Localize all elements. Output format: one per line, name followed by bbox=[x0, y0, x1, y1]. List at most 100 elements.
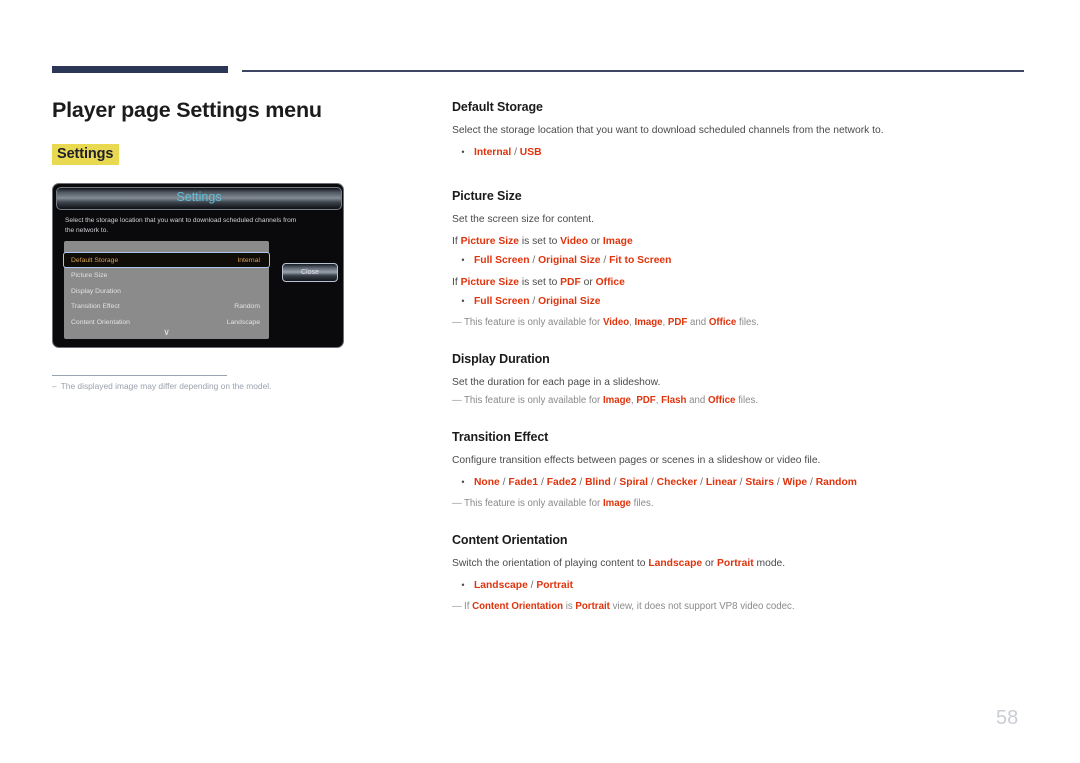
option-separator: / bbox=[809, 477, 813, 488]
note-keyword-1: Image bbox=[602, 395, 631, 406]
cond-or: or bbox=[580, 277, 596, 288]
device-row-label: Picture Size bbox=[71, 272, 108, 280]
note-dash-icon: — bbox=[452, 317, 462, 328]
section-description: Configure transition effects between pag… bbox=[452, 455, 821, 466]
note-keyword-4: Office bbox=[708, 317, 737, 328]
section-description: Set the screen size for content. bbox=[452, 214, 594, 225]
option-values: None / Fade1 / Fade2 / Blind / Spiral / … bbox=[474, 477, 857, 488]
bullet-icon: • bbox=[461, 580, 465, 590]
option-separator: / bbox=[650, 477, 654, 488]
cond-keyword-2: PDF bbox=[560, 277, 581, 288]
note-suffix: files. bbox=[735, 395, 759, 406]
desc-prefix: Switch the orientation of playing conten… bbox=[452, 558, 649, 569]
section-title: Default Storage bbox=[452, 100, 543, 114]
section-description: Switch the orientation of playing conten… bbox=[452, 556, 1027, 571]
cond-middle: is set to bbox=[518, 277, 561, 288]
option-list-content-orientation: • Landscape / Portrait bbox=[452, 578, 1027, 593]
cond-keyword: Picture Size bbox=[460, 236, 519, 247]
cond-keyword-3: Image bbox=[602, 236, 633, 247]
option-separator: / bbox=[603, 255, 607, 266]
device-close-button[interactable]: Close bbox=[282, 263, 338, 282]
note-keyword-3: Flash bbox=[661, 395, 687, 406]
section-description: Set the duration for each page in a slid… bbox=[452, 377, 661, 388]
option-separator: / bbox=[613, 477, 617, 488]
cond-middle: is set to bbox=[518, 236, 561, 247]
page-title: Player page Settings menu bbox=[52, 98, 322, 122]
note-suffix: files. bbox=[736, 317, 759, 328]
device-list-top-spacer bbox=[64, 241, 269, 252]
option-separator: / bbox=[514, 147, 517, 158]
note-content-orientation: — If Content Orientation is Portrait view… bbox=[452, 600, 1027, 614]
section-title: Picture Size bbox=[452, 189, 522, 203]
cond-or: or bbox=[588, 236, 603, 247]
device-row-value: Internal bbox=[237, 256, 260, 264]
footnote-dash: – bbox=[52, 381, 57, 391]
header-accent-bar bbox=[52, 66, 228, 73]
desc-or: or bbox=[702, 558, 718, 569]
device-title-bar: Settings bbox=[56, 187, 342, 210]
section-picture-size: Picture Size Set the screen size for con… bbox=[452, 189, 1027, 330]
option-separator: / bbox=[532, 255, 536, 266]
device-row-label: Content Orientation bbox=[71, 318, 130, 326]
settings-reference-column: Default Storage Select the storage locat… bbox=[452, 100, 1027, 614]
device-dialog-title: Settings bbox=[176, 190, 222, 204]
chevron-down-icon[interactable]: ∨ bbox=[64, 328, 269, 337]
settings-highlight-chip: Settings bbox=[52, 144, 120, 165]
device-screenshot-settings-dialog: Settings Select the storage location tha… bbox=[52, 183, 344, 348]
note-dash-icon: — bbox=[452, 395, 462, 406]
note-middle: is bbox=[563, 601, 576, 612]
note-display-duration: — This feature is only available for Imag… bbox=[452, 394, 1027, 408]
note-suffix: view, it does not support VP8 video code… bbox=[609, 601, 795, 612]
note-keyword-2: Portrait bbox=[575, 601, 610, 612]
image-footnote: – The displayed image may differ dependin… bbox=[52, 381, 271, 391]
bullet-icon: • bbox=[461, 477, 465, 487]
option-list-transition-effect: • None / Fade1 / Fade2 / Blind / Spiral … bbox=[452, 475, 1027, 490]
footnote-text: The displayed image may differ depending… bbox=[60, 381, 272, 391]
note-sep-3: and bbox=[686, 395, 708, 406]
condition-line-1: If Picture Size is set to Video or Image bbox=[452, 234, 1027, 249]
section-default-storage: Default Storage Select the storage locat… bbox=[452, 100, 1027, 160]
note-keyword-1: Content Orientation bbox=[472, 601, 564, 612]
desc-suffix: mode. bbox=[753, 558, 786, 569]
section-title: Content Orientation bbox=[452, 533, 568, 547]
option-list-picture-size-video: • Full Screen / Original Size / Fit to S… bbox=[452, 253, 1027, 268]
device-row-transition-effect[interactable]: Transition Effect Random bbox=[64, 299, 269, 315]
bullet-icon: • bbox=[461, 255, 465, 265]
note-transition-effect: — This feature is only available for Imag… bbox=[452, 497, 1027, 511]
bullet-icon: • bbox=[461, 147, 465, 157]
note-dash-icon: — bbox=[452, 498, 462, 509]
option-separator: / bbox=[579, 477, 583, 488]
device-row-label: Default Storage bbox=[71, 256, 119, 264]
note-keyword-1: Image bbox=[602, 498, 631, 509]
device-row-picture-size[interactable]: Picture Size bbox=[64, 268, 269, 284]
header-divider-line bbox=[242, 70, 1024, 72]
note-keyword-4: Office bbox=[707, 395, 736, 406]
note-prefix: If bbox=[464, 601, 473, 612]
device-row-default-storage[interactable]: Default Storage Internal bbox=[63, 252, 270, 268]
device-row-value: Landscape bbox=[226, 318, 260, 326]
option-separator: / bbox=[776, 477, 780, 488]
cond-keyword-3: Office bbox=[595, 277, 625, 288]
option-separator: / bbox=[700, 477, 704, 488]
section-title: Display Duration bbox=[452, 352, 550, 366]
note-dash-icon: — bbox=[452, 601, 462, 612]
desc-keyword-2: Portrait bbox=[717, 558, 754, 569]
bullet-icon: • bbox=[461, 296, 465, 306]
note-prefix: This feature is only available for bbox=[464, 498, 603, 509]
option-values: Full Screen / Original Size / Fit to Scr… bbox=[474, 255, 672, 266]
option-values: Full Screen / Original Size bbox=[474, 296, 601, 307]
device-row-display-duration[interactable]: Display Duration bbox=[64, 284, 269, 300]
section-display-duration: Display Duration Set the duration for ea… bbox=[452, 352, 1027, 408]
cond-keyword: Picture Size bbox=[460, 277, 519, 288]
note-keyword-2: PDF bbox=[636, 395, 656, 406]
page-number: 58 bbox=[996, 707, 1019, 729]
device-dialog-description: Select the storage location that you wan… bbox=[65, 217, 297, 234]
note-picture-size: — This feature is only available for Vide… bbox=[452, 316, 1027, 330]
cond-keyword-2: Video bbox=[560, 236, 589, 247]
image-footnote-rule bbox=[52, 375, 227, 376]
option-separator: / bbox=[540, 477, 544, 488]
option-separator: / bbox=[502, 477, 506, 488]
